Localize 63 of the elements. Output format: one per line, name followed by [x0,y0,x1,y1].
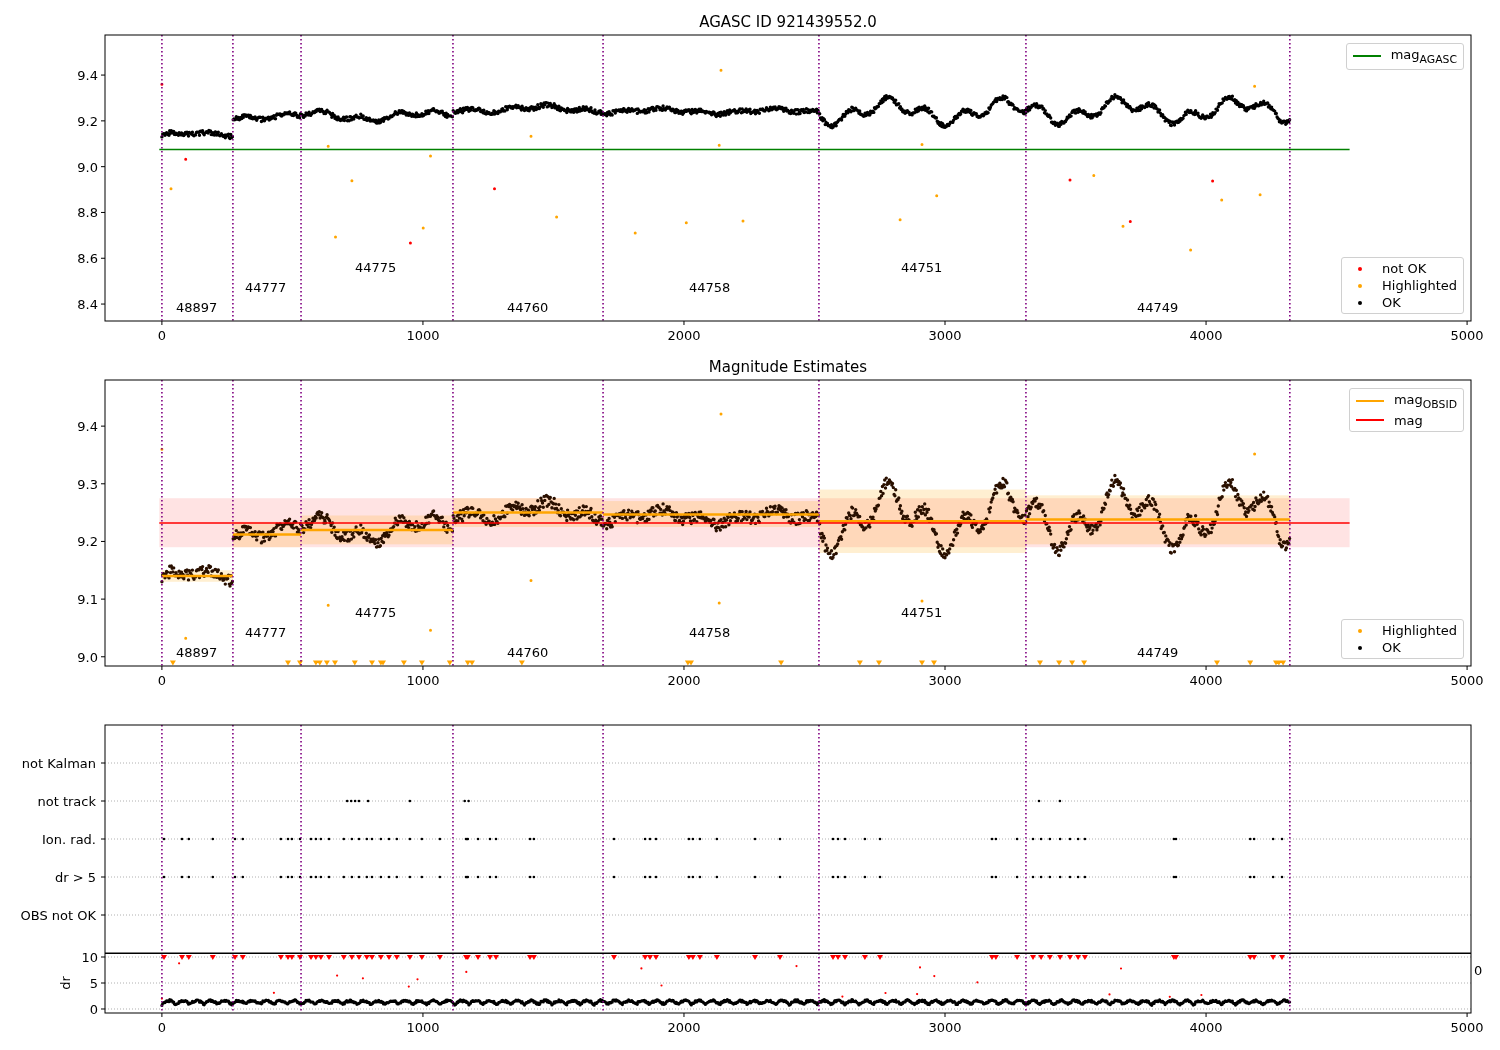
legend-label: OK [1382,295,1401,310]
tick-label: 9.3 [77,476,98,492]
obsid-label: 44758 [689,625,731,640]
tick-label: 10 [81,953,98,965]
obsid-label: 44775 [355,605,397,620]
obsid-label: 44751 [901,605,943,620]
tick-label: 2000 [667,328,701,343]
tick-label: 4000 [1189,1020,1223,1035]
axis-label: dr [58,976,73,990]
tick-label: 0 [157,673,167,688]
chart-title: Magnitude Estimates [708,358,868,376]
tick-label: 5000 [1450,673,1484,688]
obsid-label: 44751 [901,260,943,275]
obsid-label: 44760 [507,645,549,660]
tick-label: 4000 [1189,673,1223,688]
tick-label: 2000 [667,673,701,688]
tick-label: 9.0 [77,649,98,665]
obsid-label: 44749 [1137,300,1179,315]
tick-label: 8.6 [77,251,98,267]
tick-label: 0 [1474,963,1483,978]
tick-label: not Kalman [21,756,96,771]
tick-label: 0 [157,328,167,343]
tick-label: 3000 [928,1020,962,1035]
obsid-label: 48897 [176,300,218,315]
tick-label: 3000 [928,328,962,343]
tick-label: 9.1 [77,592,98,608]
tick-label: Ion. rad. [42,832,96,847]
obsid-label: 44777 [245,280,287,295]
tick-label: 0 [89,1002,98,1017]
legend-label: OK [1382,640,1401,655]
tick-label: 5000 [1450,328,1484,343]
tick-label: 1000 [406,1020,440,1035]
tick-label: 5000 [1450,1020,1484,1035]
tick-label: 9.0 [77,159,98,175]
legend-label: mag$_{AGASC}$ [1390,47,1457,66]
obsid-label: 44777 [245,625,287,640]
tick-label: 9.2 [77,113,98,129]
tick-label: 9.4 [77,419,98,435]
obsid-label: 44775 [355,260,397,275]
legend-label: mag$_{OBSID}$ [1393,392,1457,411]
tick-label: not track [37,794,96,809]
tick-label: 2000 [667,1020,701,1035]
tick-label: 3000 [928,673,962,688]
tick-label: 5 [89,976,98,991]
legend-label: mag [1393,412,1423,428]
tick-label: 9.4 [77,68,98,84]
obsid-label: 44758 [689,280,731,295]
legend-label: not OK [1382,261,1427,276]
tick-label: OBS not OK [20,908,96,923]
legend-label: Highlighted [1382,623,1457,638]
tick-label: 9.2 [77,534,98,550]
tick-label: 8.8 [77,205,98,221]
obsid-label: 48897 [176,645,218,660]
tick-label: 8.4 [77,297,98,313]
tick-label: 4000 [1189,328,1223,343]
chart-title: AGASC ID 921439552.0 [699,13,877,31]
tick-label: dr > 5 [54,870,96,885]
obsid-label: 44749 [1137,645,1179,660]
obsid-label: 44760 [507,300,549,315]
tick-label: 0 [157,1020,167,1035]
legend-label: Highlighted [1382,278,1457,293]
tick-label: 1000 [406,328,440,343]
tick-label: 1000 [406,673,440,688]
